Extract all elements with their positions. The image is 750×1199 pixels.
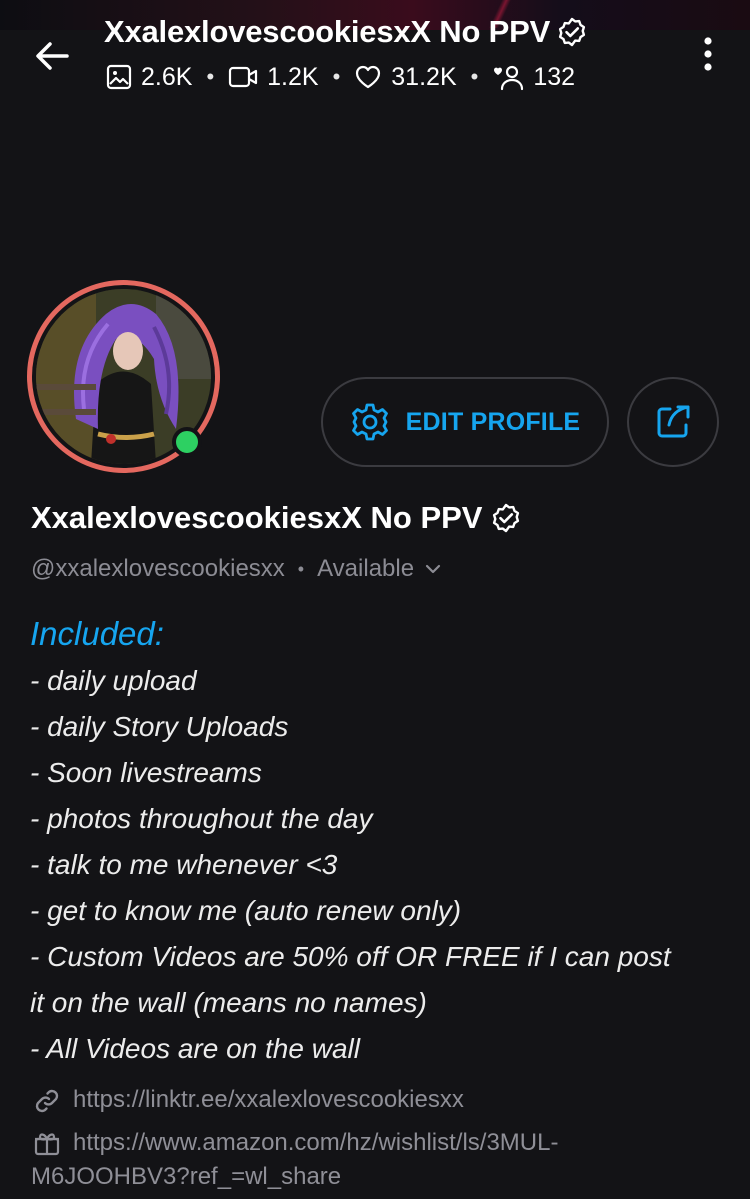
stat-likes[interactable]: 31.2K [354, 62, 457, 92]
stat-videos-count: 1.2K [267, 62, 319, 91]
stat-separator: • [332, 64, 341, 89]
gear-icon [351, 403, 388, 441]
stat-photos[interactable]: 2.6K [106, 63, 192, 92]
image-icon [106, 64, 132, 90]
stat-fans[interactable]: 132 [492, 63, 575, 92]
bio-line: it on the wall (means no names) [30, 987, 427, 1018]
back-button[interactable] [30, 34, 74, 78]
availability-dropdown[interactable]: Available [317, 555, 442, 583]
bio-heading: Included: [30, 615, 164, 652]
page-title: XxalexlovescookiesxX No PPV [104, 14, 588, 50]
bio-line: - daily upload [30, 665, 197, 696]
more-options-icon[interactable] [696, 34, 720, 74]
gift-icon [34, 1133, 60, 1156]
profile-name-text: XxalexlovescookiesxX No PPV [31, 500, 483, 535]
availability-status: Available [317, 555, 415, 582]
share-icon [657, 405, 690, 438]
bio-line: - talk to me whenever <3 [30, 849, 338, 880]
stat-likes-count: 31.2K [391, 62, 457, 91]
bio-line: - Custom Videos are 50% off OR FREE if I… [30, 941, 671, 972]
linktree-link[interactable]: https://linktr.ee/xxalexlovescookiesxx [33, 1083, 723, 1117]
share-button[interactable] [627, 377, 719, 467]
arrow-left-icon [36, 42, 69, 70]
linktree-url: https://linktr.ee/xxalexlovescookiesxx [73, 1086, 464, 1113]
bio-line: - get to know me (auto renew only) [30, 895, 462, 926]
bio-line: - Soon livestreams [30, 757, 262, 788]
verified-badge-icon [558, 17, 586, 47]
page-title-text: XxalexlovescookiesxX No PPV [104, 14, 551, 49]
chevron-down-icon [425, 564, 441, 574]
stat-fans-count: 132 [533, 62, 576, 91]
wishlist-url-line2: M6JOOHBV3?ref_=wl_share [31, 1163, 342, 1190]
stats-row: 2.6K • 1.2K • 31.2K • 132 [106, 60, 575, 94]
bio: Included: - daily upload - daily Story U… [30, 610, 720, 1072]
stat-separator: • [470, 64, 479, 89]
handle-separator: • [297, 558, 305, 579]
wishlist-url-line1: https://www.amazon.com/hz/wishlist/ls/3M… [73, 1129, 559, 1156]
bio-line: - All Videos are on the wall [30, 1033, 360, 1064]
profile-name: XxalexlovescookiesxX No PPV [31, 500, 522, 536]
stat-separator: • [206, 64, 215, 89]
video-icon [229, 66, 258, 88]
handle-row: @xxalexlovescookiesxx • Available [31, 555, 442, 583]
fans-icon [494, 65, 524, 91]
link-icon [35, 1089, 59, 1113]
heart-icon [356, 65, 381, 89]
edit-profile-button[interactable]: EDIT PROFILE [321, 377, 609, 467]
stat-photos-count: 2.6K [141, 62, 193, 91]
stat-videos[interactable]: 1.2K [228, 62, 319, 92]
top-bar: XxalexlovescookiesxX No PPV 2.6K • 1.2K … [0, 0, 750, 110]
online-status-indicator [172, 427, 202, 457]
username-handle: @xxalexlovescookiesxx [31, 555, 285, 582]
bio-line: - photos throughout the day [30, 803, 373, 834]
wishlist-link[interactable]: https://www.amazon.com/hz/wishlist/ls/3M… [31, 1126, 723, 1194]
bio-line: - daily Story Uploads [30, 711, 289, 742]
edit-profile-label: EDIT PROFILE [405, 407, 581, 436]
verified-badge-icon [493, 503, 520, 533]
